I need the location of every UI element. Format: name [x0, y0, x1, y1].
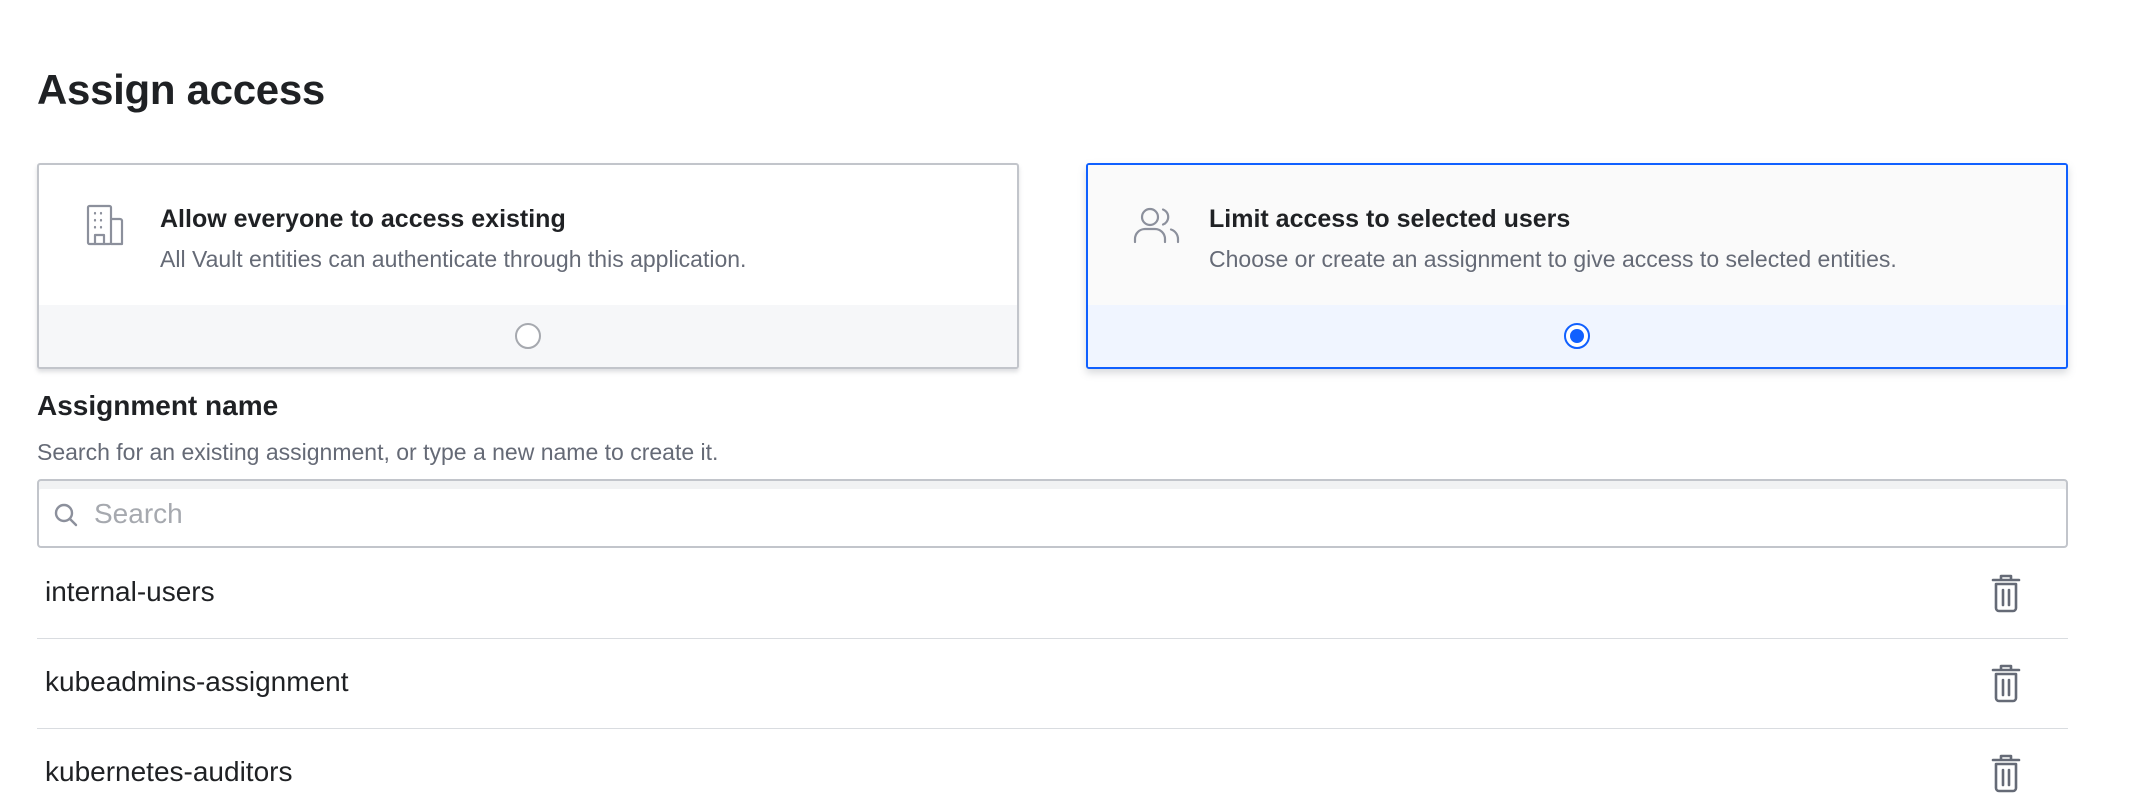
allow-everyone-title: Allow everyone to access existing	[160, 205, 566, 233]
limit-access-title: Limit access to selected users	[1209, 205, 1571, 233]
list-item[interactable]: internal-users	[37, 549, 2068, 639]
allow-everyone-description: All Vault entities can authenticate thro…	[160, 246, 747, 272]
assignment-name: internal-users	[45, 576, 215, 607]
assign-access-page: Assign access Allow everyone to access e…	[0, 0, 2134, 798]
allow-everyone-card[interactable]: Allow everyone to access existing All Va…	[37, 163, 1019, 369]
building-icon	[86, 204, 124, 246]
allow-everyone-radio[interactable]	[515, 323, 541, 349]
allow-everyone-card-body: Allow everyone to access existing All Va…	[39, 165, 1017, 307]
page-title: Assign access	[37, 66, 325, 113]
users-icon	[1133, 207, 1180, 244]
limit-access-radio[interactable]	[1564, 323, 1590, 349]
assignment-name-label: Assignment name	[37, 390, 279, 421]
allow-everyone-footer	[39, 305, 1017, 367]
limit-access-description: Choose or create an assignment to give a…	[1209, 246, 1897, 272]
delete-button[interactable]	[1988, 663, 2024, 703]
limit-access-card-body: Limit access to selected users Choose or…	[1088, 165, 2066, 307]
limit-access-footer	[1088, 305, 2066, 367]
assignment-name: kubernetes-auditors	[45, 756, 293, 787]
list-item[interactable]: kubernetes-auditors	[37, 729, 2068, 798]
assignment-list: internal-users kubeadmins-assignment kub…	[37, 549, 2068, 798]
trash-icon	[1991, 664, 2021, 703]
assignment-name-help: Search for an existing assignment, or ty…	[37, 439, 719, 465]
limit-access-card[interactable]: Limit access to selected users Choose or…	[1086, 163, 2068, 369]
search-icon	[54, 503, 78, 527]
assignment-name: kubeadmins-assignment	[45, 666, 349, 697]
search-input[interactable]	[94, 491, 2044, 537]
delete-button[interactable]	[1988, 573, 2024, 613]
delete-button[interactable]	[1988, 753, 2024, 793]
trash-icon	[1991, 754, 2021, 793]
trash-icon	[1991, 574, 2021, 613]
assignment-search-box[interactable]	[37, 479, 2068, 548]
access-options: Allow everyone to access existing All Va…	[37, 163, 2068, 371]
list-item[interactable]: kubeadmins-assignment	[37, 639, 2068, 729]
